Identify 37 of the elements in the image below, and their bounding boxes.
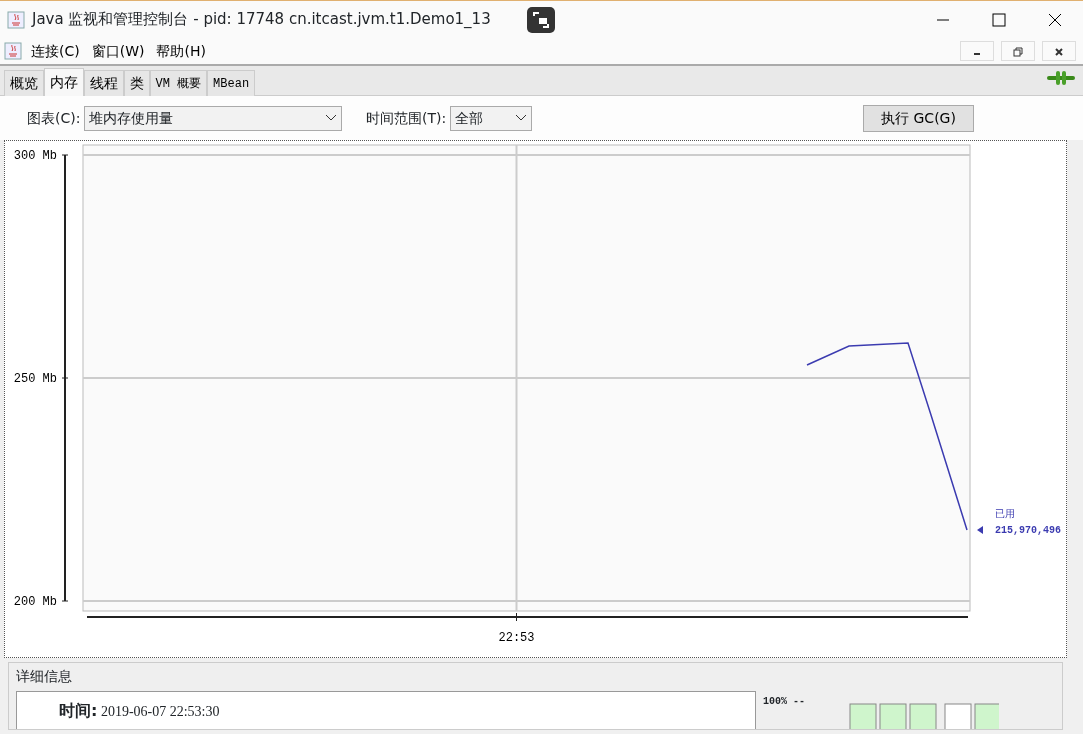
maximize-icon xyxy=(992,13,1006,27)
close-icon xyxy=(1054,46,1064,57)
legend-value: 215,970,496 xyxy=(995,525,1061,536)
time-range-label: 时间范围(T): xyxy=(365,108,447,128)
tab[interactable]: 类 xyxy=(123,70,150,96)
tab[interactable]: 内存 xyxy=(43,68,84,96)
caret-icon xyxy=(514,114,527,122)
tab[interactable]: 概览 xyxy=(3,70,44,96)
menu-item[interactable]: 帮助(H) xyxy=(150,40,212,62)
gc-button[interactable]: 执行 GC(G) xyxy=(863,104,974,132)
chart-label: 图表(C): xyxy=(27,108,81,128)
menu-item[interactable]: 连接(C) xyxy=(25,40,86,62)
chart-dropdown[interactable]: 堆内存使用量 xyxy=(83,105,342,131)
time-text: 时间: 2019-06-07 22:53:30 xyxy=(59,703,220,719)
tab[interactable]: 线程 xyxy=(83,70,124,96)
y-axis-label: 200 Mb xyxy=(13,595,57,609)
menu-item[interactable]: 窗口(W) xyxy=(85,40,151,62)
app-icon xyxy=(7,10,25,29)
caret-icon xyxy=(324,114,337,122)
y-axis-label: 250 Mb xyxy=(13,372,57,386)
app-icon[interactable] xyxy=(3,42,22,60)
restore-button[interactable] xyxy=(1001,41,1035,61)
connection-icon xyxy=(1046,70,1076,86)
x-axis-label: 22:53 xyxy=(498,631,535,645)
close-icon xyxy=(1048,13,1062,27)
y-axis-label: 300 Mb xyxy=(13,149,57,163)
marker-icon xyxy=(977,526,983,534)
close-button[interactable] xyxy=(1042,41,1076,61)
section-title: 详细信息 xyxy=(16,667,73,686)
snip-icon[interactable] xyxy=(527,6,555,33)
tab[interactable]: VM 概要 xyxy=(149,70,208,96)
restore-icon xyxy=(1013,46,1023,57)
scale-label: 100% -- xyxy=(763,695,805,709)
window-title: Java 监视和管理控制台 - pid: 17748 cn.itcast.jvm.t1.Demo1_13 xyxy=(32,9,491,31)
tab[interactable]: MBean xyxy=(207,70,256,96)
time-range-dropdown[interactable]: 全部 xyxy=(449,105,532,131)
legend-label: 已用 xyxy=(995,508,1015,519)
